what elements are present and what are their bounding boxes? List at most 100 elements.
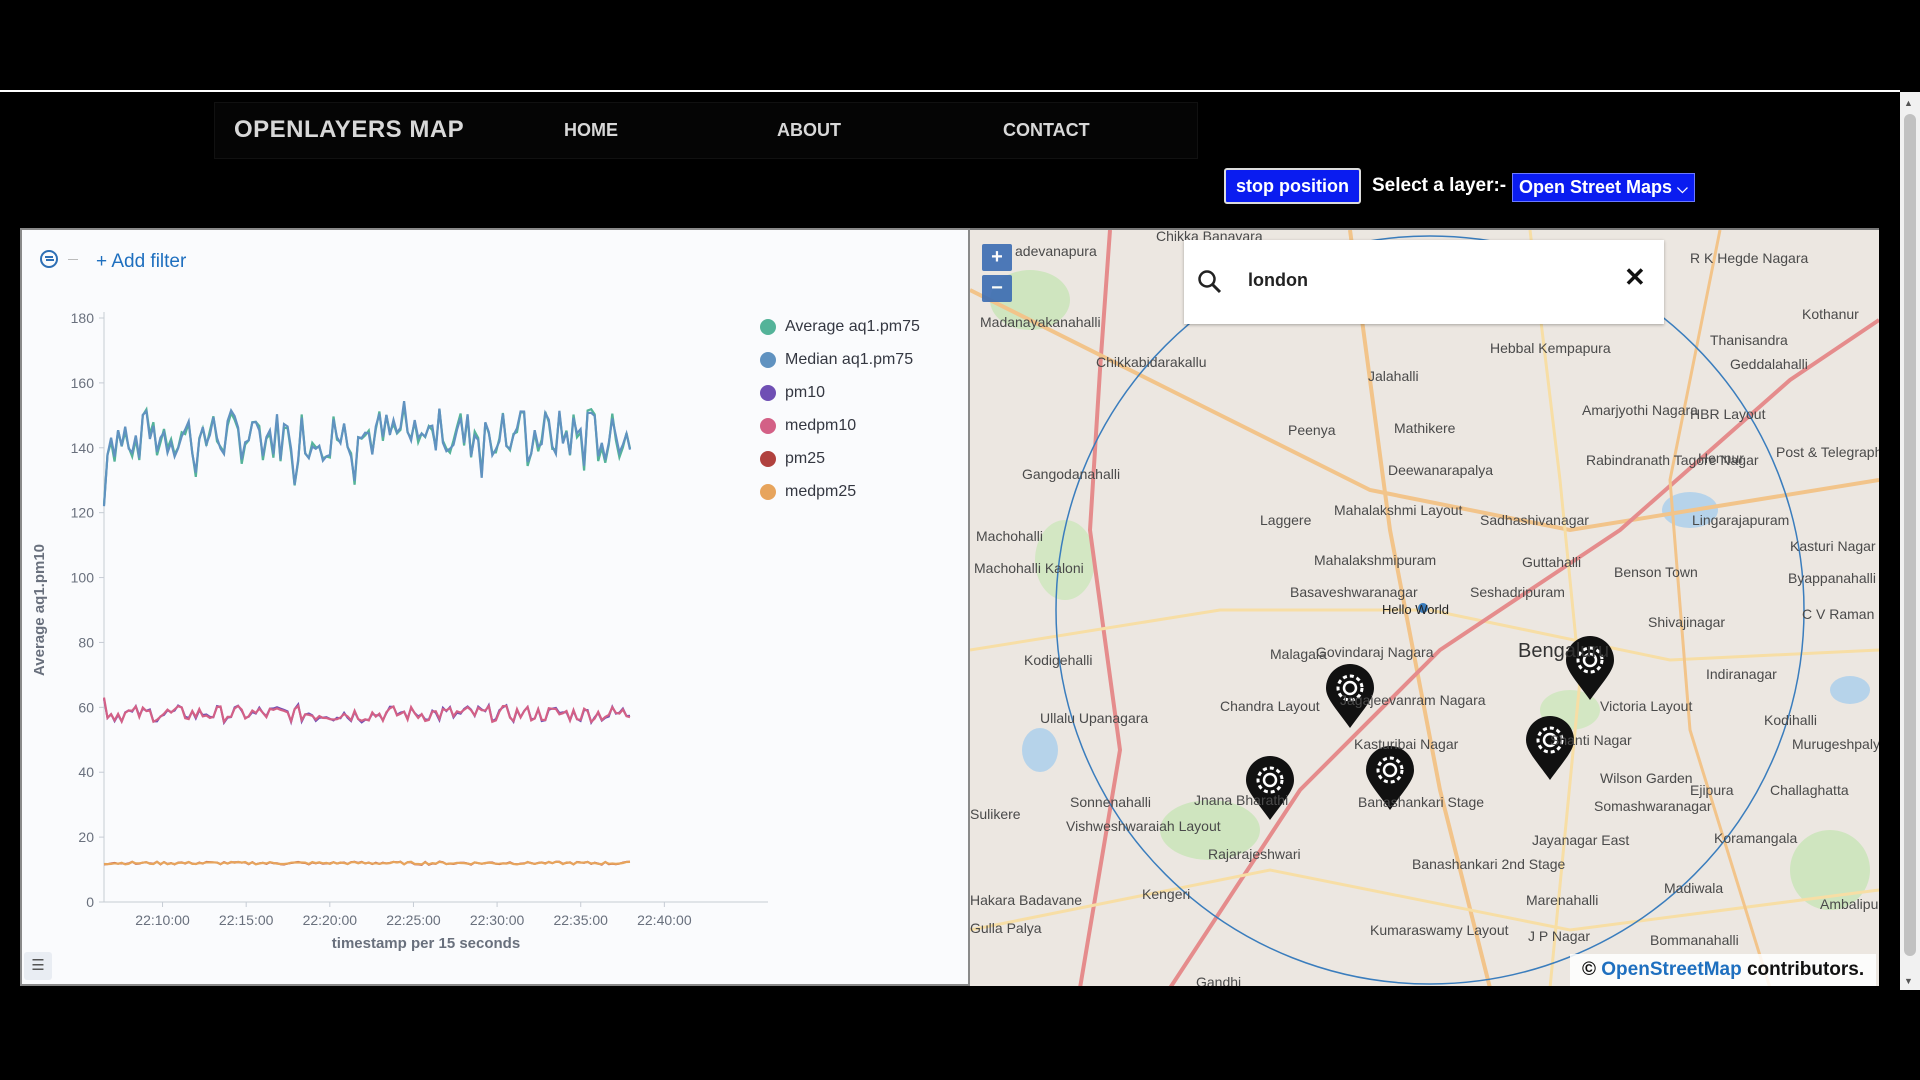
map-label: Kengeri [1142,886,1191,902]
scroll-up-icon[interactable]: ▲ [1904,98,1913,108]
map-search-box: london ✕ [1184,240,1664,324]
map-label: Thanisandra [1710,332,1788,348]
series-line [102,400,632,507]
map-label: Hennur [1698,450,1744,466]
x-tick-label: 22:25:00 [386,912,441,928]
map-label: Mathikere [1394,420,1456,436]
map-label: Guttahalli [1522,554,1582,570]
layer-select-value: Open Street Maps [1519,177,1673,197]
y-tick-label: 40 [78,764,94,780]
map-label: Hebbal Kempapura [1490,340,1611,356]
map-label: Byappanahalli [1788,570,1876,586]
close-icon[interactable]: ✕ [1624,262,1646,293]
map-label: Benson Town [1614,564,1698,580]
nav-contact-link[interactable]: CONTACT [1003,120,1090,141]
y-tick-label: 180 [71,310,95,326]
scrollbar-thumb[interactable] [1904,114,1916,956]
zoom-out-button[interactable]: − [982,275,1012,302]
y-tick-label: 20 [78,829,94,845]
x-tick-label: 22:20:00 [303,912,358,928]
map-label: Machohalli [976,528,1043,544]
map-label: Chandra Layout [1220,698,1320,714]
legend-label: Average aq1.pm75 [785,317,920,335]
legend-item[interactable]: medpm10 [760,409,920,442]
legend-label: medpm25 [785,482,857,500]
map-view[interactable]: Chikka Banavara R K Hegde Nagara adevana… [970,228,1879,986]
map-label: HBR Layout [1690,406,1766,422]
map-label: Kodigehalli [1024,652,1093,668]
legend-item[interactable]: pm25 [760,442,920,475]
map-label: Rajarajeshwari [1208,846,1301,862]
copyright-symbol: © [1582,959,1596,980]
map-label: Banashankari Stage [1358,794,1485,810]
map-label: Ejipura [1690,782,1734,798]
nav-about-link[interactable]: ABOUT [777,120,841,141]
layer-select[interactable]: Open Street Maps ⌵ [1512,173,1695,202]
dashboard-panel: + Add filter 0 20 40 60 80 100 120 140 160 180 22:… [20,228,970,986]
map-label: Bengaluru [1518,640,1610,662]
map-label: Kasturi Nagar [1790,538,1876,554]
legend-item[interactable]: Median aq1.pm75 [760,343,920,376]
legend-item[interactable]: Average aq1.pm75 [760,310,920,343]
legend-dot-icon [760,483,776,500]
x-tick-label: 22:30:00 [470,912,525,928]
map-label: Chikkabidarakallu [1096,354,1207,370]
legend-label: Median aq1.pm75 [785,350,914,368]
map-label: Jagajeevanram Nagara [1340,692,1486,708]
map-label: Gulla Palya [970,920,1042,936]
scroll-down-icon[interactable]: ▼ [1904,976,1913,986]
nav-home-link[interactable]: HOME [564,120,618,141]
map-label: Jnana Bharathi [1194,792,1289,808]
map-label: Madiwala [1664,880,1724,896]
attribution-suffix: contributors. [1746,959,1865,980]
search-icon[interactable] [1196,268,1224,296]
x-tick-label: 22:35:00 [553,912,608,928]
zoom-in-button[interactable]: + [982,244,1012,271]
x-tick-label: 22:40:00 [637,912,692,928]
map-label: Machohalli Kaloni [974,560,1084,576]
map-label: Amarjyothi Nagara [1582,402,1698,418]
map-label: Bommanahalli [1650,932,1739,948]
map-label: Banashankari 2nd Stage [1412,856,1566,872]
map-label: Ambalipura [1820,896,1879,912]
map-label: Kasturibai Nagar [1354,736,1459,752]
legend-dot-icon [760,384,776,401]
map-label: Govindaraj Nagara [1316,644,1434,660]
legend-item[interactable]: medpm25 [760,475,920,508]
list-icon[interactable]: ☰ [24,952,52,980]
y-tick-label: 80 [78,634,94,650]
map-label: Shanti Nagar [1550,732,1632,748]
map-label: Challaghatta [1770,782,1849,798]
map-label: J P Nagar [1528,928,1590,944]
map-label: Murugeshpalya [1792,736,1879,752]
chevron-down-icon: ⌵ [1677,180,1688,196]
legend-dot-icon [760,318,776,335]
map-label: Somashwaranagar [1594,798,1712,814]
y-tick-label: 100 [71,570,95,586]
map-label: Basaveshwaranagar [1290,584,1418,600]
stop-position-button[interactable]: stop position [1224,168,1361,204]
map-label: Jayanagar East [1532,832,1630,848]
layer-select-label: Select a layer:- [1372,175,1507,196]
legend-item[interactable]: pm10 [760,376,920,409]
openstreetmap-link[interactable]: OpenStreetMap [1601,959,1741,980]
map-label: Indiranagar [1706,666,1777,682]
map-label: Hakara Badavane [970,892,1083,908]
map-label: Madanayakanahalli [980,314,1101,330]
map-label: Shivajinagar [1648,614,1726,630]
map-label: Marenahalli [1526,892,1599,908]
map-label: Peenya [1288,422,1336,438]
map-label: R K Hegde Nagara [1690,250,1809,266]
legend-dot-icon [760,450,776,467]
chart-legend: Average aq1.pm75 Median aq1.pm75 pm10 me… [760,310,920,508]
y-tick-label: 60 [78,699,94,715]
map-label: Victoria Layout [1600,698,1693,714]
map-search-input[interactable]: london [1248,270,1308,291]
series-line [102,405,632,505]
x-tick-label: 22:15:00 [219,912,274,928]
map-attribution: © OpenStreetMap contributors. [1570,954,1877,986]
legend-label: pm10 [785,383,826,401]
y-tick-label: 140 [71,440,95,456]
map-label: Kodihalli [1764,712,1817,728]
legend-dot-icon [760,351,776,368]
